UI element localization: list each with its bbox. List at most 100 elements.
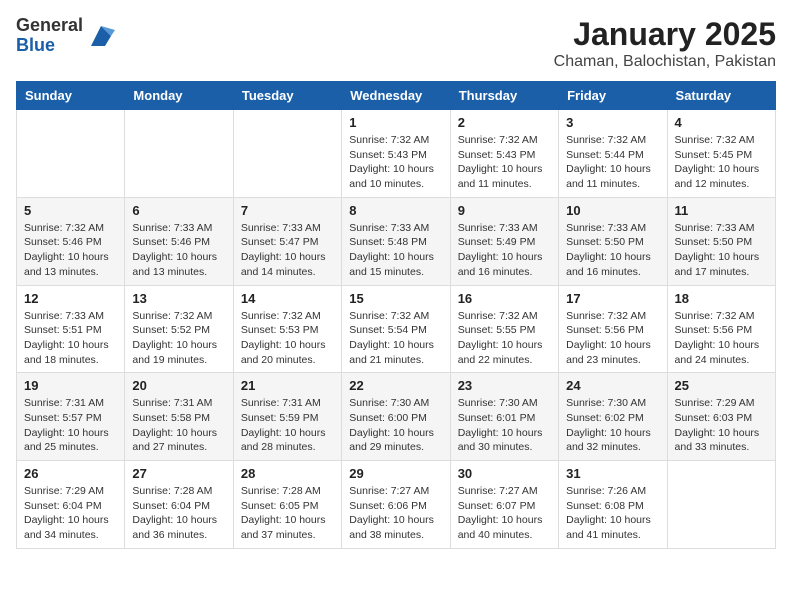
logo-blue: Blue xyxy=(16,36,83,56)
day-info: Sunrise: 7:32 AM Sunset: 5:56 PM Dayligh… xyxy=(566,309,659,368)
day-info: Sunrise: 7:30 AM Sunset: 6:00 PM Dayligh… xyxy=(349,396,442,455)
day-info: Sunrise: 7:33 AM Sunset: 5:46 PM Dayligh… xyxy=(132,221,225,280)
day-info: Sunrise: 7:33 AM Sunset: 5:48 PM Dayligh… xyxy=(349,221,442,280)
day-number: 8 xyxy=(349,203,442,218)
calendar-cell xyxy=(667,461,775,549)
calendar-subtitle: Chaman, Balochistan, Pakistan xyxy=(554,53,776,71)
day-number: 21 xyxy=(241,378,334,393)
calendar-cell: 27 Sunrise: 7:28 AM Sunset: 6:04 PM Dayli… xyxy=(125,461,233,549)
day-info: Sunrise: 7:32 AM Sunset: 5:45 PM Dayligh… xyxy=(675,133,768,192)
weekday-header-thursday: Thursday xyxy=(450,82,558,110)
calendar-cell: 2Sunrise: 7:32 AM Sunset: 5:43 PM Daylig… xyxy=(450,110,558,198)
day-number: 13 xyxy=(132,291,225,306)
day-number: 11 xyxy=(675,203,768,218)
day-info: Sunrise: 7:33 AM Sunset: 5:47 PM Dayligh… xyxy=(241,221,334,280)
day-number: 16 xyxy=(458,291,551,306)
calendar-cell: 30 Sunrise: 7:27 AM Sunset: 6:07 PM Dayli… xyxy=(450,461,558,549)
calendar-cell: 31Sunrise: 7:26 AM Sunset: 6:08 PM Dayli… xyxy=(559,461,667,549)
calendar-cell: 3Sunrise: 7:32 AM Sunset: 5:44 PM Daylig… xyxy=(559,110,667,198)
day-info: Sunrise: 7:27 AM Sunset: 6:06 PM Dayligh… xyxy=(349,484,442,543)
day-number: 2 xyxy=(458,115,551,130)
calendar-cell: 23 Sunrise: 7:30 AM Sunset: 6:01 PM Dayli… xyxy=(450,373,558,461)
calendar-cell: 28Sunrise: 7:28 AM Sunset: 6:05 PM Dayli… xyxy=(233,461,341,549)
day-info: Sunrise: 7:29 AM Sunset: 6:03 PM Dayligh… xyxy=(675,396,768,455)
day-number: 6 xyxy=(132,203,225,218)
day-info: Sunrise: 7:28 AM Sunset: 6:05 PM Dayligh… xyxy=(241,484,334,543)
calendar-table: SundayMondayTuesdayWednesdayThursdayFrid… xyxy=(16,81,776,549)
calendar-cell xyxy=(125,110,233,198)
calendar-cell: 20Sunrise: 7:31 AM Sunset: 5:58 PM Dayli… xyxy=(125,373,233,461)
day-number: 7 xyxy=(241,203,334,218)
day-number: 19 xyxy=(24,378,117,393)
calendar-cell: 13 Sunrise: 7:32 AM Sunset: 5:52 PM Dayli… xyxy=(125,285,233,373)
day-number: 24 xyxy=(566,378,659,393)
day-info: Sunrise: 7:32 AM Sunset: 5:55 PM Dayligh… xyxy=(458,309,551,368)
day-info: Sunrise: 7:32 AM Sunset: 5:53 PM Dayligh… xyxy=(241,309,334,368)
day-info: Sunrise: 7:33 AM Sunset: 5:50 PM Dayligh… xyxy=(675,221,768,280)
day-info: Sunrise: 7:31 AM Sunset: 5:57 PM Dayligh… xyxy=(24,396,117,455)
day-info: Sunrise: 7:28 AM Sunset: 6:04 PM Dayligh… xyxy=(132,484,225,543)
day-info: Sunrise: 7:32 AM Sunset: 5:56 PM Dayligh… xyxy=(675,309,768,368)
calendar-cell: 12Sunrise: 7:33 AM Sunset: 5:51 PM Dayli… xyxy=(17,285,125,373)
day-number: 22 xyxy=(349,378,442,393)
day-number: 29 xyxy=(349,466,442,481)
logo-general: General xyxy=(16,16,83,36)
day-info: Sunrise: 7:30 AM Sunset: 6:02 PM Dayligh… xyxy=(566,396,659,455)
calendar-cell: 14Sunrise: 7:32 AM Sunset: 5:53 PM Dayli… xyxy=(233,285,341,373)
calendar-cell: 17 Sunrise: 7:32 AM Sunset: 5:56 PM Dayli… xyxy=(559,285,667,373)
weekday-header-monday: Monday xyxy=(125,82,233,110)
day-info: Sunrise: 7:32 AM Sunset: 5:44 PM Dayligh… xyxy=(566,133,659,192)
day-info: Sunrise: 7:32 AM Sunset: 5:54 PM Dayligh… xyxy=(349,309,442,368)
weekday-header-sunday: Sunday xyxy=(17,82,125,110)
weekday-header-friday: Friday xyxy=(559,82,667,110)
calendar-week-row: 26 Sunrise: 7:29 AM Sunset: 6:04 PM Dayli… xyxy=(17,461,776,549)
day-info: Sunrise: 7:29 AM Sunset: 6:04 PM Dayligh… xyxy=(24,484,117,543)
calendar-cell: 21 Sunrise: 7:31 AM Sunset: 5:59 PM Dayli… xyxy=(233,373,341,461)
calendar-cell: 16 Sunrise: 7:32 AM Sunset: 5:55 PM Dayli… xyxy=(450,285,558,373)
day-info: Sunrise: 7:33 AM Sunset: 5:50 PM Dayligh… xyxy=(566,221,659,280)
calendar-cell xyxy=(233,110,341,198)
logo-text: General Blue xyxy=(16,16,83,56)
day-number: 9 xyxy=(458,203,551,218)
calendar-cell: 7 Sunrise: 7:33 AM Sunset: 5:47 PM Daylig… xyxy=(233,197,341,285)
calendar-cell: 5Sunrise: 7:32 AM Sunset: 5:46 PM Daylig… xyxy=(17,197,125,285)
calendar-cell: 9Sunrise: 7:33 AM Sunset: 5:49 PM Daylig… xyxy=(450,197,558,285)
day-number: 10 xyxy=(566,203,659,218)
calendar-cell: 4 Sunrise: 7:32 AM Sunset: 5:45 PM Daylig… xyxy=(667,110,775,198)
calendar-cell: 18 Sunrise: 7:32 AM Sunset: 5:56 PM Dayli… xyxy=(667,285,775,373)
calendar-cell: 29 Sunrise: 7:27 AM Sunset: 6:06 PM Dayli… xyxy=(342,461,450,549)
calendar-cell: 19 Sunrise: 7:31 AM Sunset: 5:57 PM Dayli… xyxy=(17,373,125,461)
day-info: Sunrise: 7:32 AM Sunset: 5:46 PM Dayligh… xyxy=(24,221,117,280)
day-number: 26 xyxy=(24,466,117,481)
logo: General Blue xyxy=(16,16,115,56)
day-info: Sunrise: 7:30 AM Sunset: 6:01 PM Dayligh… xyxy=(458,396,551,455)
calendar-cell: 22 Sunrise: 7:30 AM Sunset: 6:00 PM Dayli… xyxy=(342,373,450,461)
calendar-week-row: 5Sunrise: 7:32 AM Sunset: 5:46 PM Daylig… xyxy=(17,197,776,285)
calendar-cell: 25 Sunrise: 7:29 AM Sunset: 6:03 PM Dayli… xyxy=(667,373,775,461)
day-number: 31 xyxy=(566,466,659,481)
calendar-cell: 10 Sunrise: 7:33 AM Sunset: 5:50 PM Dayli… xyxy=(559,197,667,285)
calendar-cell: 15 Sunrise: 7:32 AM Sunset: 5:54 PM Dayli… xyxy=(342,285,450,373)
day-info: Sunrise: 7:31 AM Sunset: 5:58 PM Dayligh… xyxy=(132,396,225,455)
day-number: 15 xyxy=(349,291,442,306)
day-number: 30 xyxy=(458,466,551,481)
day-info: Sunrise: 7:33 AM Sunset: 5:51 PM Dayligh… xyxy=(24,309,117,368)
day-info: Sunrise: 7:27 AM Sunset: 6:07 PM Dayligh… xyxy=(458,484,551,543)
day-number: 25 xyxy=(675,378,768,393)
calendar-cell: 26 Sunrise: 7:29 AM Sunset: 6:04 PM Dayli… xyxy=(17,461,125,549)
page-header: General Blue January 2025 Chaman, Baloch… xyxy=(16,16,776,71)
weekday-header-tuesday: Tuesday xyxy=(233,82,341,110)
calendar-cell: 6 Sunrise: 7:33 AM Sunset: 5:46 PM Daylig… xyxy=(125,197,233,285)
day-info: Sunrise: 7:31 AM Sunset: 5:59 PM Dayligh… xyxy=(241,396,334,455)
calendar-week-row: 19 Sunrise: 7:31 AM Sunset: 5:57 PM Dayli… xyxy=(17,373,776,461)
day-number: 1 xyxy=(349,115,442,130)
day-number: 27 xyxy=(132,466,225,481)
title-block: January 2025 Chaman, Balochistan, Pakist… xyxy=(554,16,776,71)
calendar-cell: 1Sunrise: 7:32 AM Sunset: 5:43 PM Daylig… xyxy=(342,110,450,198)
day-number: 18 xyxy=(675,291,768,306)
calendar-cell: 11 Sunrise: 7:33 AM Sunset: 5:50 PM Dayli… xyxy=(667,197,775,285)
day-number: 23 xyxy=(458,378,551,393)
day-number: 4 xyxy=(675,115,768,130)
day-number: 17 xyxy=(566,291,659,306)
day-info: Sunrise: 7:32 AM Sunset: 5:52 PM Dayligh… xyxy=(132,309,225,368)
